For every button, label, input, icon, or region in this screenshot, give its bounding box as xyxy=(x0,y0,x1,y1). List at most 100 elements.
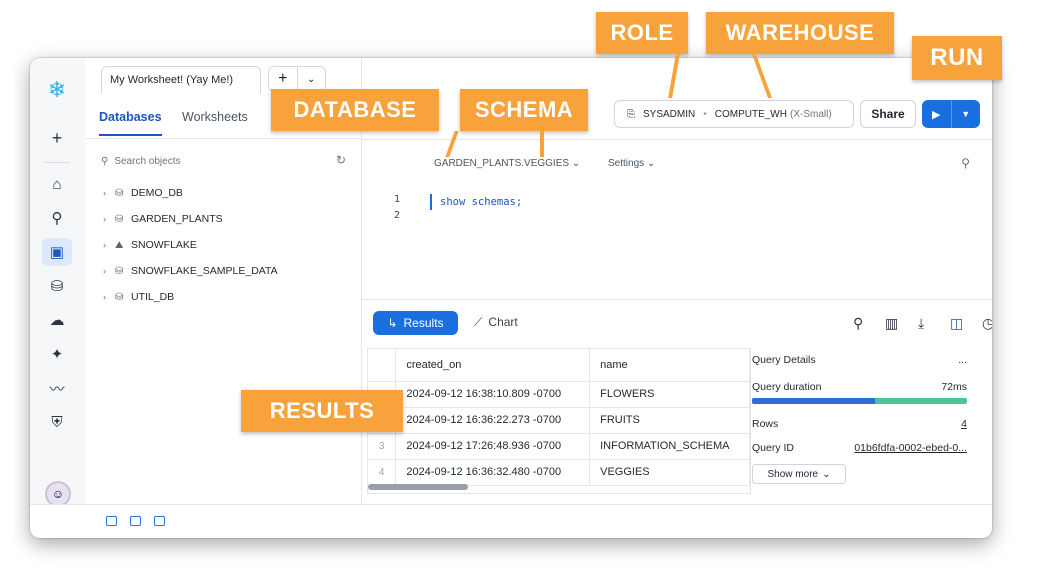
cell-name[interactable]: FLOWERS xyxy=(589,381,750,408)
search-input[interactable]: Search objects xyxy=(114,156,180,167)
results-table: created_on name 12024-09-12 16:38:10.809… xyxy=(368,349,750,486)
query-duration-label: Query duration xyxy=(752,381,822,393)
rows-label: Rows xyxy=(752,418,779,430)
stage: ❄ + ⌂ ⚲ ▣ ⛁ ☁ ✦ 〰 ⛨ ☺ My Worksheet! (Yay… xyxy=(0,0,1037,586)
database-schema-label: GARDEN_PLANTS.VEGGIES xyxy=(434,158,570,169)
query-details-title: Query Details xyxy=(752,354,816,366)
data-icon[interactable]: ⛁ xyxy=(42,272,72,300)
worksheet-tab[interactable]: My Worksheet! (Yay Me!) xyxy=(101,66,261,94)
more-menu-icon[interactable]: ... xyxy=(958,354,967,366)
layout-left-icon[interactable] xyxy=(106,516,117,526)
table-row[interactable]: 12024-09-12 16:38:10.809 -0700FLOWERS xyxy=(368,381,750,408)
search-icon[interactable]: ⚲ xyxy=(961,156,970,170)
query-id-row: Query ID 01b6fdfa-0002-ebed-0... xyxy=(752,442,967,454)
search-icon[interactable]: ⚲ xyxy=(42,204,72,232)
chart-button[interactable]: ⟋ Chart xyxy=(474,315,518,330)
search-objects[interactable]: ⚲ Search objects ↻ xyxy=(101,153,346,169)
cell-created-on[interactable]: 2024-09-12 16:38:10.809 -0700 xyxy=(395,381,591,408)
tab-databases[interactable]: Databases xyxy=(99,110,162,124)
settings-label: Settings xyxy=(608,158,645,169)
separator-dot: • xyxy=(703,108,707,120)
sample-database-icon: ⛁ xyxy=(115,265,124,277)
layout-bottom-icon[interactable] xyxy=(154,516,165,526)
cell-created-on[interactable]: 2024-09-12 16:36:22.273 -0700 xyxy=(395,407,591,434)
settings-dropdown[interactable]: Settings ⌄ xyxy=(608,158,655,169)
query-details-header: Query Details ... xyxy=(752,354,967,366)
query-details-panel: Query Details ... Query duration 72ms Ro… xyxy=(752,348,977,494)
database-item[interactable]: › ⛁ SNOWFLAKE_SAMPLE_DATA xyxy=(103,262,278,280)
show-more-button[interactable]: Show more ⌄ xyxy=(752,464,846,484)
chevron-right-icon: › xyxy=(103,214,106,224)
role-warehouse-selector[interactable]: ⎘ SYSADMIN • COMPUTE_WH (X-Small) xyxy=(614,100,854,128)
search-icon: ⚲ xyxy=(101,155,109,167)
results-button[interactable]: ↳ Results xyxy=(373,311,458,335)
columns-icon[interactable]: ▥ xyxy=(885,315,898,332)
worksheets-icon[interactable]: ▣ xyxy=(42,238,72,266)
query-id-value[interactable]: 01b6fdfa-0002-ebed-0... xyxy=(854,442,967,454)
layout-top-icon[interactable] xyxy=(130,516,141,526)
play-icon[interactable]: ▶ xyxy=(922,100,951,128)
home-icon[interactable]: ⌂ xyxy=(42,170,72,198)
query-id-label: Query ID xyxy=(752,442,795,454)
active-tab-underline xyxy=(99,134,162,136)
run-button[interactable]: ▶ ▼ xyxy=(922,100,980,128)
role-icon: ⎘ xyxy=(627,108,635,120)
column-header[interactable]: name xyxy=(589,349,750,382)
cell-name[interactable]: INFORMATION_SCHEMA xyxy=(589,433,750,460)
table-row[interactable]: 22024-09-12 16:36:22.273 -0700FRUITS xyxy=(368,407,750,434)
query-duration-row: Query duration 72ms xyxy=(752,381,967,393)
warehouse-callout: WAREHOUSE xyxy=(706,12,894,54)
rows-row: Rows 4 xyxy=(752,418,967,430)
database-icon: ⛁ xyxy=(115,213,124,225)
chevron-down-icon[interactable]: ▼ xyxy=(950,100,981,128)
database-label: GARDEN_PLANTS xyxy=(131,213,223,225)
refresh-icon[interactable]: ↻ xyxy=(336,153,346,167)
ai-sparkle-icon[interactable]: ✦ xyxy=(42,340,72,368)
tab-worksheets[interactable]: Worksheets xyxy=(182,110,248,124)
chevron-down-icon: ⌄ xyxy=(822,468,831,480)
duration-bar xyxy=(752,398,967,404)
create-icon[interactable]: + xyxy=(42,124,72,152)
chevron-right-icon: › xyxy=(103,188,106,198)
history-icon[interactable]: ◷ xyxy=(982,315,992,332)
table-row[interactable]: 3 2024-09-12 17:26:48.936 -0700 INFORMATIO… xyxy=(368,433,750,460)
bottom-toolbar xyxy=(30,504,992,538)
cell-name[interactable]: VEGGIES xyxy=(589,459,750,486)
horizontal-scrollbar[interactable] xyxy=(368,484,468,490)
table-row[interactable]: 4 2024-09-12 16:36:32.480 -0700 VEGGIES xyxy=(368,459,750,486)
cell-created-on[interactable]: 2024-09-12 17:26:48.936 -0700 xyxy=(395,433,591,460)
snowflake-logo-icon[interactable]: ❄ xyxy=(42,76,72,104)
shared-database-icon: ⛰ xyxy=(115,239,124,251)
search-icon[interactable]: ⚲ xyxy=(853,315,863,332)
row-number: 4 xyxy=(368,459,397,486)
chevron-down-icon: ⌄ xyxy=(646,158,656,169)
database-item[interactable]: › ⛁ UTIL_DB xyxy=(103,288,174,306)
database-schema-selector[interactable]: GARDEN_PLANTS.VEGGIES ⌄ xyxy=(434,158,580,169)
cell-name[interactable]: FRUITS xyxy=(589,407,750,434)
share-button[interactable]: Share xyxy=(860,100,916,128)
line-number: 1 xyxy=(393,194,400,205)
panel-toggle-icon[interactable]: ◫ xyxy=(950,315,963,332)
cell-created-on[interactable]: 2024-09-12 16:36:32.480 -0700 xyxy=(395,459,591,486)
column-header[interactable]: created_on xyxy=(395,349,591,382)
row-number: 3 xyxy=(368,433,397,460)
admin-shield-icon[interactable]: ⛨ xyxy=(42,408,72,436)
cloud-icon[interactable]: ☁ xyxy=(42,306,72,334)
sql-editor[interactable]: 1 2 show schemas; xyxy=(362,186,992,300)
database-label: SNOWFLAKE_SAMPLE_DATA xyxy=(131,265,278,277)
duration-bar-fill xyxy=(752,398,875,404)
schema-callout: SCHEMA xyxy=(460,89,588,131)
activity-icon[interactable]: 〰 xyxy=(42,374,72,402)
download-icon[interactable]: ⤓ xyxy=(918,315,924,332)
warehouse-label: COMPUTE_WH xyxy=(714,108,787,120)
show-more-label: Show more xyxy=(767,468,819,480)
add-worksheet-button[interactable]: + xyxy=(269,67,297,91)
code-line[interactable]: show schemas; xyxy=(430,194,522,210)
database-label: SNOWFLAKE xyxy=(131,239,197,251)
database-item[interactable]: › ⛁ GARDEN_PLANTS xyxy=(103,210,223,228)
rows-value[interactable]: 4 xyxy=(961,418,967,430)
chart-line-icon: ⟋ xyxy=(474,315,483,329)
chevron-down-icon[interactable]: ⌄ xyxy=(296,67,326,91)
database-item[interactable]: › ⛰ SNOWFLAKE xyxy=(103,236,197,254)
database-item[interactable]: › ⛁ DEMO_DB xyxy=(103,184,183,202)
